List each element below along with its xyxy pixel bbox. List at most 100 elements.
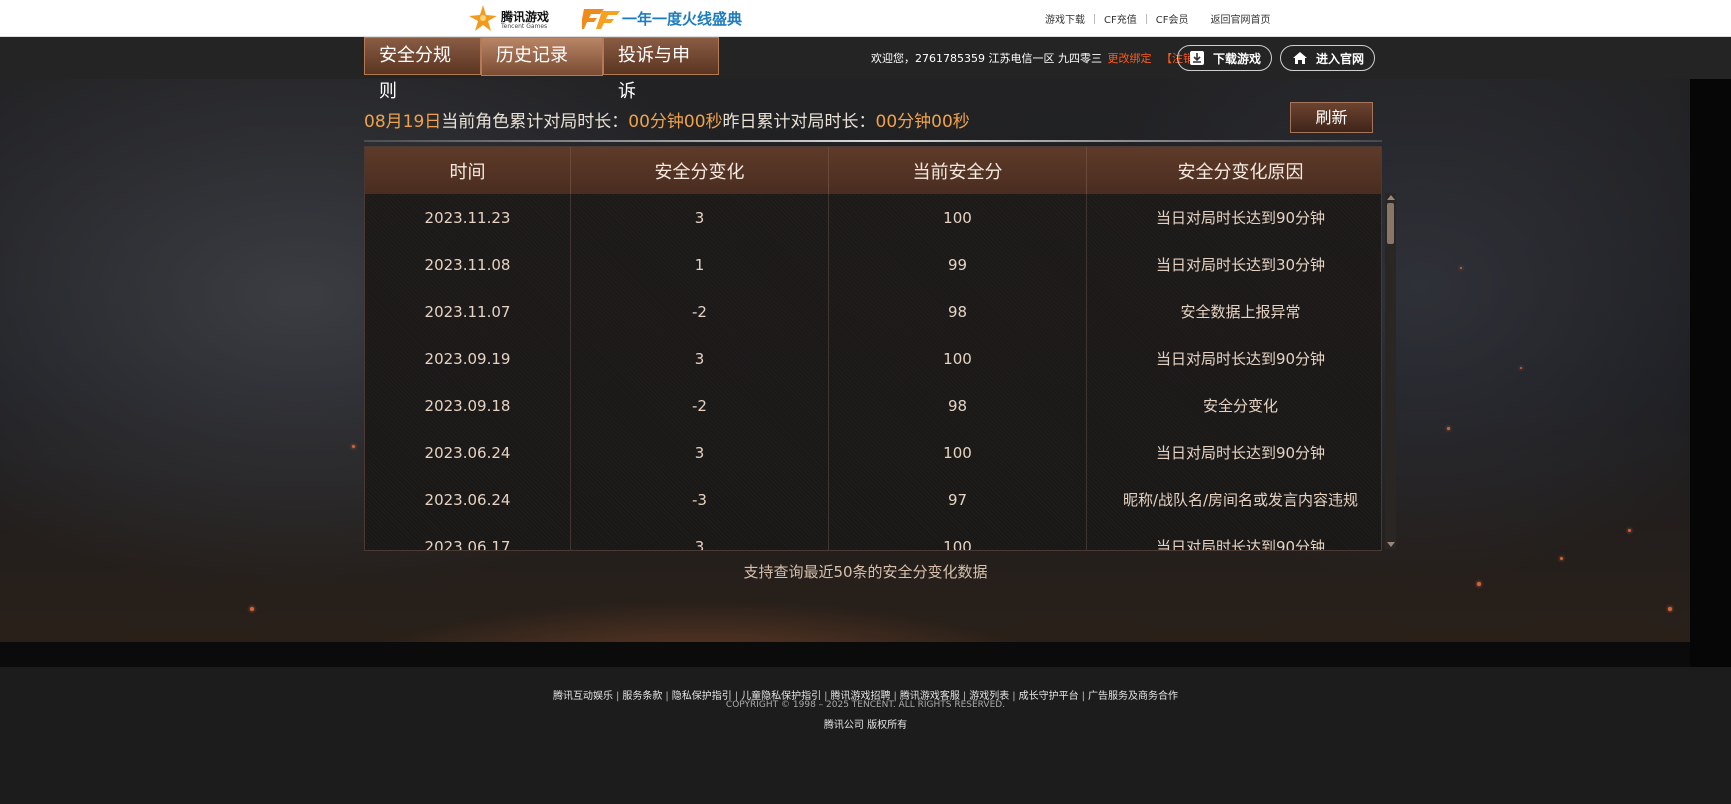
ember-spark <box>1668 607 1672 611</box>
cell-current-score: 98 <box>828 288 1087 335</box>
query-limit-note: 支持查询最近50条的安全分变化数据 <box>743 563 988 581</box>
enter-site-label: 进入官网 <box>1316 51 1365 66</box>
cf-logo-icon[interactable] <box>582 5 622 31</box>
cell-score-change: 1 <box>570 241 829 288</box>
cell-reason: 当日对局时长达到30分钟 <box>1155 256 1326 274</box>
cell-reason: 安全分变化 <box>1202 397 1278 415</box>
cell-current-score: 100 <box>828 335 1087 382</box>
table-row: 2023.11.08 1 99 当日对局时长达到30分钟 <box>365 241 1381 288</box>
ember-spark <box>1477 582 1481 586</box>
cell-score-change: 3 <box>570 429 829 476</box>
cell-current-score: 100 <box>828 523 1087 550</box>
top-link-member[interactable]: CF会员 <box>1156 11 1189 26</box>
cell-reason: 当日对局时长达到90分钟 <box>1155 538 1326 551</box>
cell-score-change: -2 <box>570 382 829 429</box>
ember-spark <box>1520 367 1522 369</box>
cell-time: 2023.09.18 <box>365 382 571 429</box>
cell-time: 2023.11.08 <box>365 241 571 288</box>
table-row: 2023.06.17 3 100 当日对局时长达到90分钟 <box>365 523 1381 551</box>
cell-reason: 当日对局时长达到90分钟 <box>1155 350 1326 368</box>
bottom-edge-strip <box>0 642 1690 667</box>
cell-current-score: 99 <box>828 241 1087 288</box>
tab-history[interactable]: 历史记录 <box>481 37 603 76</box>
ember-spark <box>250 607 254 611</box>
cell-current-score: 97 <box>828 476 1087 523</box>
today-playtime-value: 00分钟00秒 <box>628 112 723 132</box>
refresh-button[interactable]: 刷新 <box>1290 102 1373 133</box>
ember-spark <box>352 445 355 448</box>
table-row: 2023.06.24 -3 97 昵称/战队名/房间名或发言内容违规 <box>365 476 1381 523</box>
download-game-button[interactable]: 下载游戏 <box>1177 45 1272 71</box>
cell-current-score: 100 <box>828 194 1087 241</box>
copyright: COPYRIGHT © 1998 – 2025 TENCENT. ALL RIG… <box>725 700 1006 710</box>
column-header-reason: 安全分变化原因 <box>1086 147 1381 194</box>
yesterday-playtime-value: 00分钟00秒 <box>875 112 970 132</box>
top-link-download[interactable]: 游戏下载 <box>1045 11 1085 26</box>
table-row: 2023.11.07 -2 98 安全数据上报异常 <box>365 288 1381 335</box>
cell-time: 2023.11.23 <box>365 194 571 241</box>
column-header-score-change: 安全分变化 <box>570 147 829 194</box>
cell-time: 2023.06.17 <box>365 523 571 550</box>
tencent-games-logo-icon <box>469 5 497 31</box>
scrollbar-thumb[interactable] <box>1387 203 1394 244</box>
column-header-current-score: 当前安全分 <box>828 147 1087 194</box>
cell-time: 2023.06.24 <box>365 476 571 523</box>
cf-slogan[interactable]: 一年一度火线盛典 <box>622 8 742 29</box>
tab-security-rules[interactable]: 安全分规则 <box>364 37 481 102</box>
cell-reason: 当日对局时长达到90分钟 <box>1155 209 1326 227</box>
scroll-down-icon[interactable] <box>1387 542 1395 547</box>
cell-score-change: 3 <box>570 194 829 241</box>
rebind-link[interactable]: 更改绑定 <box>1107 52 1151 65</box>
scroll-up-icon[interactable] <box>1387 195 1395 200</box>
cell-score-change: -3 <box>570 476 829 523</box>
user-info: 欢迎您，2761785359 江苏电信一区 九四零三 更改绑定 【注销】 <box>871 50 1205 66</box>
table-row: 2023.09.18 -2 98 安全分变化 <box>365 382 1381 429</box>
cell-current-score: 98 <box>828 382 1087 429</box>
enter-site-button[interactable]: 进入官网 <box>1280 45 1375 71</box>
today-label-rest: 当前角色累计对局时长： <box>441 112 629 132</box>
table-row: 2023.06.24 3 100 当日对局时长达到90分钟 <box>365 429 1381 476</box>
history-table-container[interactable]: 时间 安全分变化 当前安全分 安全分变化原因 2023.11.23 3 100 当日对… <box>364 146 1382 551</box>
history-table: 时间 安全分变化 当前安全分 安全分变化原因 2023.11.23 3 100 当日对… <box>365 147 1381 551</box>
top-link-home[interactable]: 返回官网首页 <box>1210 11 1270 26</box>
rights-reserved: 腾讯公司 版权所有 <box>823 720 908 731</box>
cell-time: 2023.06.24 <box>365 429 571 476</box>
table-body: 2023.11.23 3 100 当日对局时长达到90分钟 2023.11.08 1 99 当… <box>365 194 1381 551</box>
cell-reason: 当日对局时长达到90分钟 <box>1155 444 1326 462</box>
divider <box>1145 13 1147 24</box>
column-header-time: 时间 <box>365 147 571 194</box>
cell-reason: 昵称/战队名/房间名或发言内容违规 <box>1122 491 1359 509</box>
welcome-text: 欢迎您，2761785359 江苏电信一区 九四零三 <box>871 52 1102 65</box>
cell-reason: 安全数据上报异常 <box>1180 303 1301 321</box>
today-date: 08月19日 <box>364 112 442 132</box>
ember-spark <box>1460 267 1462 269</box>
table-row: 2023.11.23 3 100 当日对局时长达到90分钟 <box>365 194 1381 241</box>
footer: 腾讯互动娱乐 | 服务条款 | 隐私保护指引 | 儿童隐私保护指引 | 腾讯游戏招聘 | 腾讯游戏客… <box>0 667 1731 804</box>
cell-score-change: -2 <box>570 288 829 335</box>
tab-bar: 安全分规则 历史记录 投诉与申诉 <box>364 37 719 102</box>
cell-current-score: 100 <box>828 429 1087 476</box>
home-icon <box>1293 52 1307 64</box>
playtime-summary: 08月19日当前角色累计对局时长：00分钟00秒昨日累计对局时长：00分钟00秒 <box>364 107 970 132</box>
tab-appeal[interactable]: 投诉与申诉 <box>603 37 719 102</box>
cell-score-change: 3 <box>570 523 829 550</box>
tencent-logo-subtext: Tencent Games <box>501 23 548 30</box>
table-scrollbar[interactable] <box>1385 193 1396 549</box>
top-links: 游戏下载 CF充值 CF会员 返回官网首页 <box>1045 11 1270 26</box>
divider <box>1094 13 1095 24</box>
divider <box>364 140 1382 142</box>
cell-time: 2023.11.07 <box>365 288 571 335</box>
nav-bar: 安全分规则 历史记录 投诉与申诉 欢迎您，2761785359 江苏电信一区 九… <box>0 37 1731 102</box>
ember-spark <box>1447 427 1450 430</box>
table-row: 2023.09.19 3 100 当日对局时长达到90分钟 <box>365 335 1381 382</box>
cell-time: 2023.09.19 <box>365 335 571 382</box>
today-playtime-label: 08月19日当前角色累计对局时长： <box>364 112 628 132</box>
cell-score-change: 3 <box>570 335 829 382</box>
download-game-label: 下载游戏 <box>1213 51 1262 66</box>
table-header-row: 时间 安全分变化 当前安全分 安全分变化原因 <box>365 147 1381 194</box>
tencent-games-logo[interactable]: 腾讯游戏 Tencent Games <box>466 3 566 33</box>
download-icon <box>1190 51 1204 65</box>
top-link-recharge[interactable]: CF充值 <box>1104 11 1137 26</box>
top-bar: 腾讯游戏 Tencent Games 一年一度火线盛典 游戏下载 CF充值 CF… <box>0 0 1731 37</box>
yesterday-playtime-label: 昨日累计对局时长： <box>722 112 876 132</box>
